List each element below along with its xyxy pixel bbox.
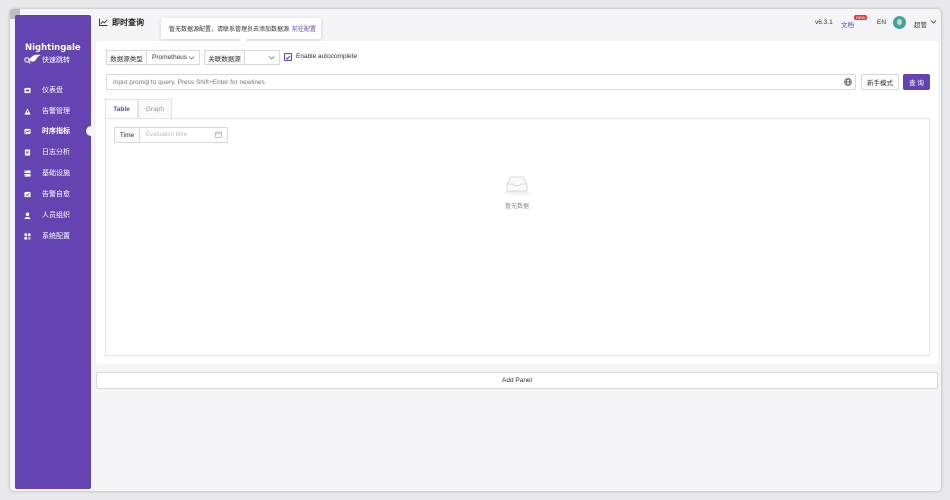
chevron-down-icon[interactable]: [930, 19, 937, 25]
sidebar-item-label: 系统配置: [42, 233, 70, 240]
datasource-label: 关联数据源: [204, 50, 245, 65]
sidebar-item-label: 仪表盘: [42, 87, 63, 94]
sidebar-item-label: 快速跳转: [42, 57, 70, 64]
avatar[interactable]: [893, 16, 906, 29]
datasource-type-label: 数据源类型: [106, 50, 147, 65]
sidebar-item-label: 告警自愈: [42, 191, 70, 198]
page-title: 即时查询: [112, 18, 144, 27]
autocomplete-checkbox[interactable]: [284, 53, 292, 61]
log-icon: [23, 148, 31, 156]
sidebar-item-label: 告警管理: [42, 108, 70, 115]
checkmark-icon: [285, 54, 291, 60]
query-button[interactable]: 查 询: [903, 74, 930, 90]
sidebar-item-organization[interactable]: 人员组织: [15, 206, 91, 224]
sidebar-item-self-heal[interactable]: 告警自愈: [15, 185, 91, 203]
alert-icon: [23, 107, 31, 115]
sidebar-item-alert-management[interactable]: 告警管理: [15, 102, 91, 120]
sidebar-item-quick-jump[interactable]: 快速跳转: [15, 51, 91, 69]
promql-input[interactable]: Input promql to query. Press Shift+Enter…: [106, 74, 856, 90]
autocomplete-label: Enable autocomplete: [296, 53, 358, 60]
time-label: Time: [114, 127, 140, 143]
datasource-type-select[interactable]: Prometheus: [146, 50, 200, 65]
globe-icon[interactable]: [844, 78, 852, 86]
tab-table[interactable]: Table: [105, 99, 138, 119]
sidebar-item-infrastructure[interactable]: 基础设施: [15, 164, 91, 182]
chevron-down-icon: [188, 56, 195, 60]
sidebar-item-log-analysis[interactable]: 日志分析: [15, 143, 91, 161]
user-icon: [23, 211, 31, 219]
tab-graph[interactable]: Graph: [138, 99, 172, 119]
table-panel: [105, 118, 930, 356]
novice-mode-button[interactable]: 新手模式: [861, 74, 899, 90]
sidebar-item-label: 时序指标: [42, 128, 70, 135]
settings-icon: [23, 232, 31, 240]
promql-input-placeholder: Input promql to query. Press Shift+Enter…: [113, 79, 265, 86]
sidebar-item-label: 日志分析: [42, 149, 70, 156]
sidebar-item-system-config[interactable]: 系统配置: [15, 227, 91, 245]
sidebar-item-label: 基础设施: [42, 170, 70, 177]
docs-link[interactable]: 文档: [841, 19, 854, 29]
sidebar-item-metrics[interactable]: 时序指标: [15, 122, 94, 140]
version-label: v6.3.1: [815, 19, 833, 26]
datasource-notice-tooltip: 暂无数据源配置，请联系管理员去添加数据源 前往配置: [161, 18, 321, 43]
sidebar: Nightingale 快速跳转 仪表盘 告警管理 时序指标 日志分析 基础设施…: [15, 15, 94, 489]
sidebar-item-label: 人员组织: [42, 212, 70, 219]
calendar-icon: [215, 131, 222, 138]
search-icon: [23, 56, 31, 64]
empty-state-text: 暂无数据: [505, 204, 530, 210]
language-switch[interactable]: EN: [877, 19, 886, 26]
self-heal-icon: [23, 190, 31, 198]
sidebar-item-dashboard[interactable]: 仪表盘: [15, 81, 91, 99]
datasource-type-value: Prometheus: [152, 54, 188, 61]
datasource-select[interactable]: [244, 50, 280, 65]
go-configure-link[interactable]: 前往配置: [292, 24, 316, 33]
metrics-icon: [23, 127, 31, 135]
empty-inbox-icon: [504, 176, 530, 195]
infra-icon: [23, 169, 31, 177]
dashboard-icon: [23, 86, 31, 94]
line-chart-icon: [99, 18, 108, 26]
new-badge: NEW: [854, 15, 868, 20]
notice-text: 暂无数据源配置，请联系管理员去添加数据源: [169, 27, 290, 33]
add-panel-button[interactable]: Add Panel: [96, 372, 938, 389]
username[interactable]: 超管: [914, 19, 927, 29]
evaluation-time-placeholder: Evaluation time: [146, 132, 188, 138]
chevron-down-icon: [268, 56, 275, 60]
